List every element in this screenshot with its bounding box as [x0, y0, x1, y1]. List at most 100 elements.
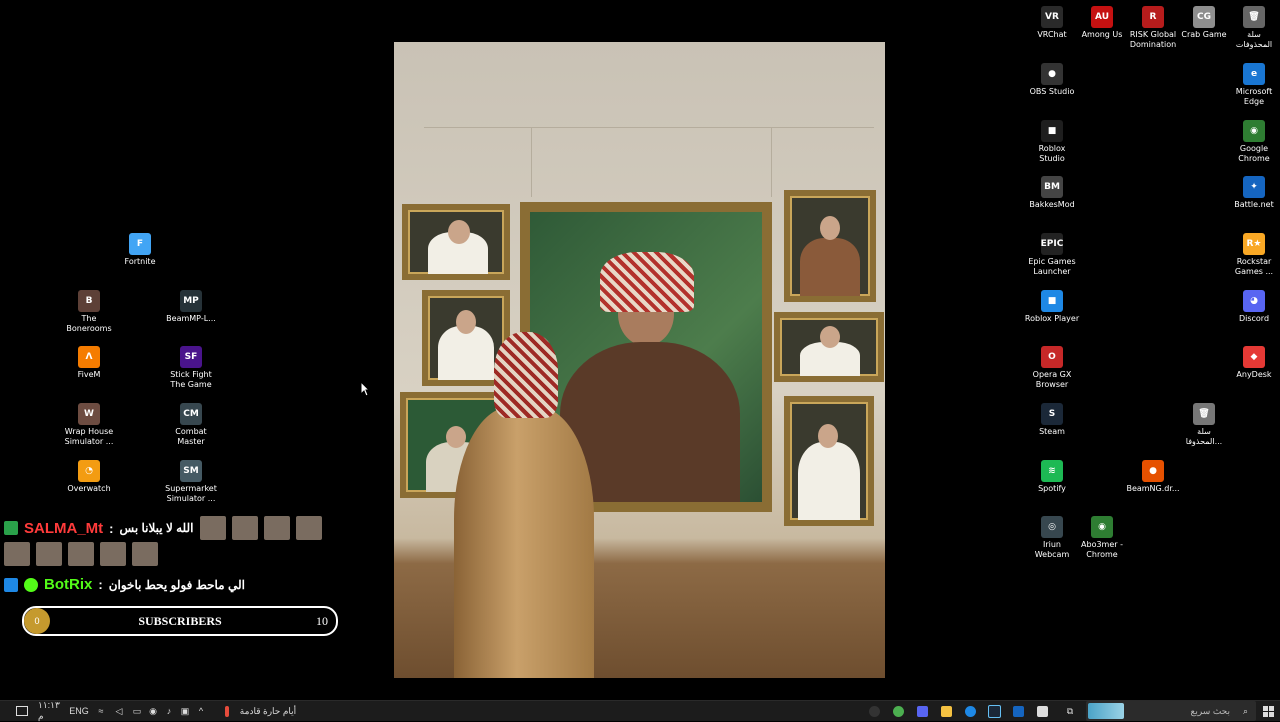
portrait-robe [800, 238, 860, 296]
iriun-webcam-icon: ◎ [1041, 516, 1063, 538]
desktop-icon-label: Chrome [1086, 550, 1118, 559]
weather-widget-text[interactable]: أيام حارة قادمة [236, 701, 300, 721]
desktop-icon-wrap-house-simulator[interactable]: W Wrap House Simulator ... [57, 403, 121, 447]
wall-panel [531, 127, 532, 197]
desktop-icon-roblox-player[interactable]: ■ Roblox Player [1020, 290, 1084, 324]
desktop-icon-beamng-drive[interactable]: ● BeamNG.dr... [1121, 460, 1185, 494]
desktop-icon-spotify[interactable]: ≋ Spotify [1020, 460, 1084, 494]
chat-message: SALMA_Mt : الله لا يبلانا بس [4, 516, 322, 540]
desktop-icon-label: BeamMP-L... [166, 314, 216, 323]
taskbar-app-icon[interactable] [962, 701, 978, 721]
desktop-icon-label: The Game [170, 380, 212, 389]
taskbar-app-icon[interactable] [938, 701, 954, 721]
standing-man-headscarf [494, 332, 558, 418]
desktop-icon-label: AnyDesk [1236, 370, 1272, 379]
desktop-icon-recycle-bin-2[interactable]: 🗑 سلة المحذوفا... [1172, 403, 1236, 447]
desktop-icon-label: Simulator ... [64, 437, 114, 446]
desktop-icon-bakkesmod[interactable]: BM BakkesMod [1020, 176, 1084, 210]
network-icon[interactable]: ▭ [130, 701, 144, 721]
desktop-icon-anydesk[interactable]: ◆ AnyDesk [1222, 346, 1280, 380]
desktop-icon-fivem[interactable]: Λ FiveM [57, 346, 121, 380]
start-button[interactable] [1260, 701, 1276, 721]
roblox-studio-icon: ■ [1041, 120, 1063, 142]
desktop-icon-label: Abo3mer - [1081, 540, 1123, 549]
desktop-icon-fortnite[interactable]: F Fortnite [108, 233, 172, 267]
taskbar-app-icon[interactable] [914, 701, 930, 721]
standing-man [454, 407, 594, 678]
camera-icon[interactable]: ▣ [178, 701, 192, 721]
desktop-icon-beammp-launcher[interactable]: MP BeamMP-L... [159, 290, 223, 324]
taskbar-app-icon[interactable] [1034, 701, 1050, 721]
desktop-icon-stick-fight-the-game[interactable]: SF Stick Fight The Game [159, 346, 223, 390]
rockstar-games-icon: R★ [1243, 233, 1265, 255]
subscribers-goal-bar: 0 SUBSCRIBERS 10 [22, 606, 338, 636]
desktop-icon-label: Simulator ... [166, 494, 216, 503]
search-image [1088, 703, 1124, 719]
weather-icon[interactable] [220, 701, 234, 721]
taskbar-app-icon[interactable] [986, 701, 1002, 721]
desktop-icon-microsoft-edge[interactable]: e Microsoft Edge [1222, 63, 1280, 107]
desktop-icon-label: Supermarket [165, 484, 217, 493]
desktop-icon-label: سلة [1197, 427, 1211, 436]
clock[interactable]: ١١:١٣ م [38, 700, 66, 721]
emote-icon [295, 516, 322, 540]
beamng-drive-icon: ● [1142, 460, 1164, 482]
desktop-icon-label: Fortnite [124, 257, 156, 266]
chrome-icon [892, 705, 904, 717]
desktop-icon-label: Master [177, 437, 205, 446]
search-box[interactable]: بحث سريع ⌕ [1086, 701, 1256, 721]
battle-net-icon: ✦ [1243, 176, 1265, 198]
desktop-icon-label: Rockstar [1236, 257, 1272, 266]
desktop-icon-label: Epic Games [1028, 257, 1076, 266]
task-view-icon[interactable]: ⧉ [1062, 701, 1078, 721]
desktop-icon-combat-master[interactable]: CM Combat Master [159, 403, 223, 447]
chevron-up-icon[interactable]: ^ [194, 701, 208, 721]
among-us-icon: AU [1091, 6, 1113, 28]
verified-badge-icon [24, 577, 38, 592]
desktop-icon-abo3mer-chrome[interactable]: ◉ Abo3mer - Chrome [1070, 516, 1134, 560]
portrait-face [818, 424, 838, 448]
desktop-icon-obs-studio[interactable]: ● OBS Studio [1020, 63, 1084, 97]
obs-studio-icon: ● [1041, 63, 1063, 85]
taskbar-app-icon[interactable] [866, 701, 882, 721]
desktop-icon-steam[interactable]: S Steam [1020, 403, 1084, 437]
record-icon[interactable]: ◉ [146, 701, 160, 721]
notification-button[interactable] [12, 701, 32, 721]
the-bonerooms-icon: B [78, 290, 100, 312]
desktop-icon-overwatch[interactable]: ◔ Overwatch [57, 460, 121, 494]
combat-master-icon: CM [180, 403, 202, 425]
desktop-icon-epic-games-launcher[interactable]: EPIC Epic Games Launcher [1020, 233, 1084, 277]
desktop-icon-label: Spotify [1038, 484, 1066, 493]
taskbar-app-icon[interactable] [1010, 701, 1026, 721]
desktop-icon-google-chrome[interactable]: ◉ Google Chrome [1222, 120, 1280, 164]
taskbar-app-icon[interactable] [890, 701, 906, 721]
microphone-icon[interactable]: ♪ [162, 701, 176, 721]
desktop-icon-discord[interactable]: ◕ Discord [1222, 290, 1280, 324]
desktop-icon-rockstar-games[interactable]: R★ Rockstar Games ... [1222, 233, 1280, 277]
desktop-icon-battle-net[interactable]: ✦ Battle.net [1222, 176, 1280, 210]
emote-icon [36, 542, 62, 566]
desktop-icon-label: Edge [1243, 97, 1265, 106]
roblox-player-icon: ■ [1041, 290, 1063, 312]
discord-icon: ◕ [1243, 290, 1265, 312]
desktop-icon-opera-gx-browser[interactable]: O Opera GX Browser [1020, 346, 1084, 390]
volume-icon[interactable]: ◁ [112, 701, 126, 721]
desktop-icon-label: The [81, 314, 97, 323]
desktop-icon-roblox-studio[interactable]: ■ Roblox Studio [1020, 120, 1084, 164]
windows-icon [1262, 705, 1274, 717]
notification-icon [16, 706, 28, 716]
wifi-icon[interactable]: ≈ [94, 701, 108, 721]
language-indicator[interactable]: ENG [68, 701, 90, 721]
desktop-icon-label: Overwatch [67, 484, 111, 493]
portrait-frame-mid-right [774, 312, 884, 382]
desktop-icon-supermarket-simulator[interactable]: SM Supermarket Simulator ... [159, 460, 223, 504]
risk-global-domination-icon: R [1142, 6, 1164, 28]
chat-text: الله لا يبلانا بس [119, 521, 194, 535]
portrait-face [820, 326, 840, 348]
chat-emote-row [4, 542, 158, 566]
bakkesmod-icon: BM [1041, 176, 1063, 198]
subscribers-goal: 10 [316, 614, 328, 628]
desktop-icon-the-bonerooms[interactable]: B The Bonerooms [57, 290, 121, 334]
desktop-icon-label: Combat [175, 427, 207, 436]
desktop-icon-recycle-bin[interactable]: 🗑 سلة المحذوفات [1222, 6, 1280, 50]
